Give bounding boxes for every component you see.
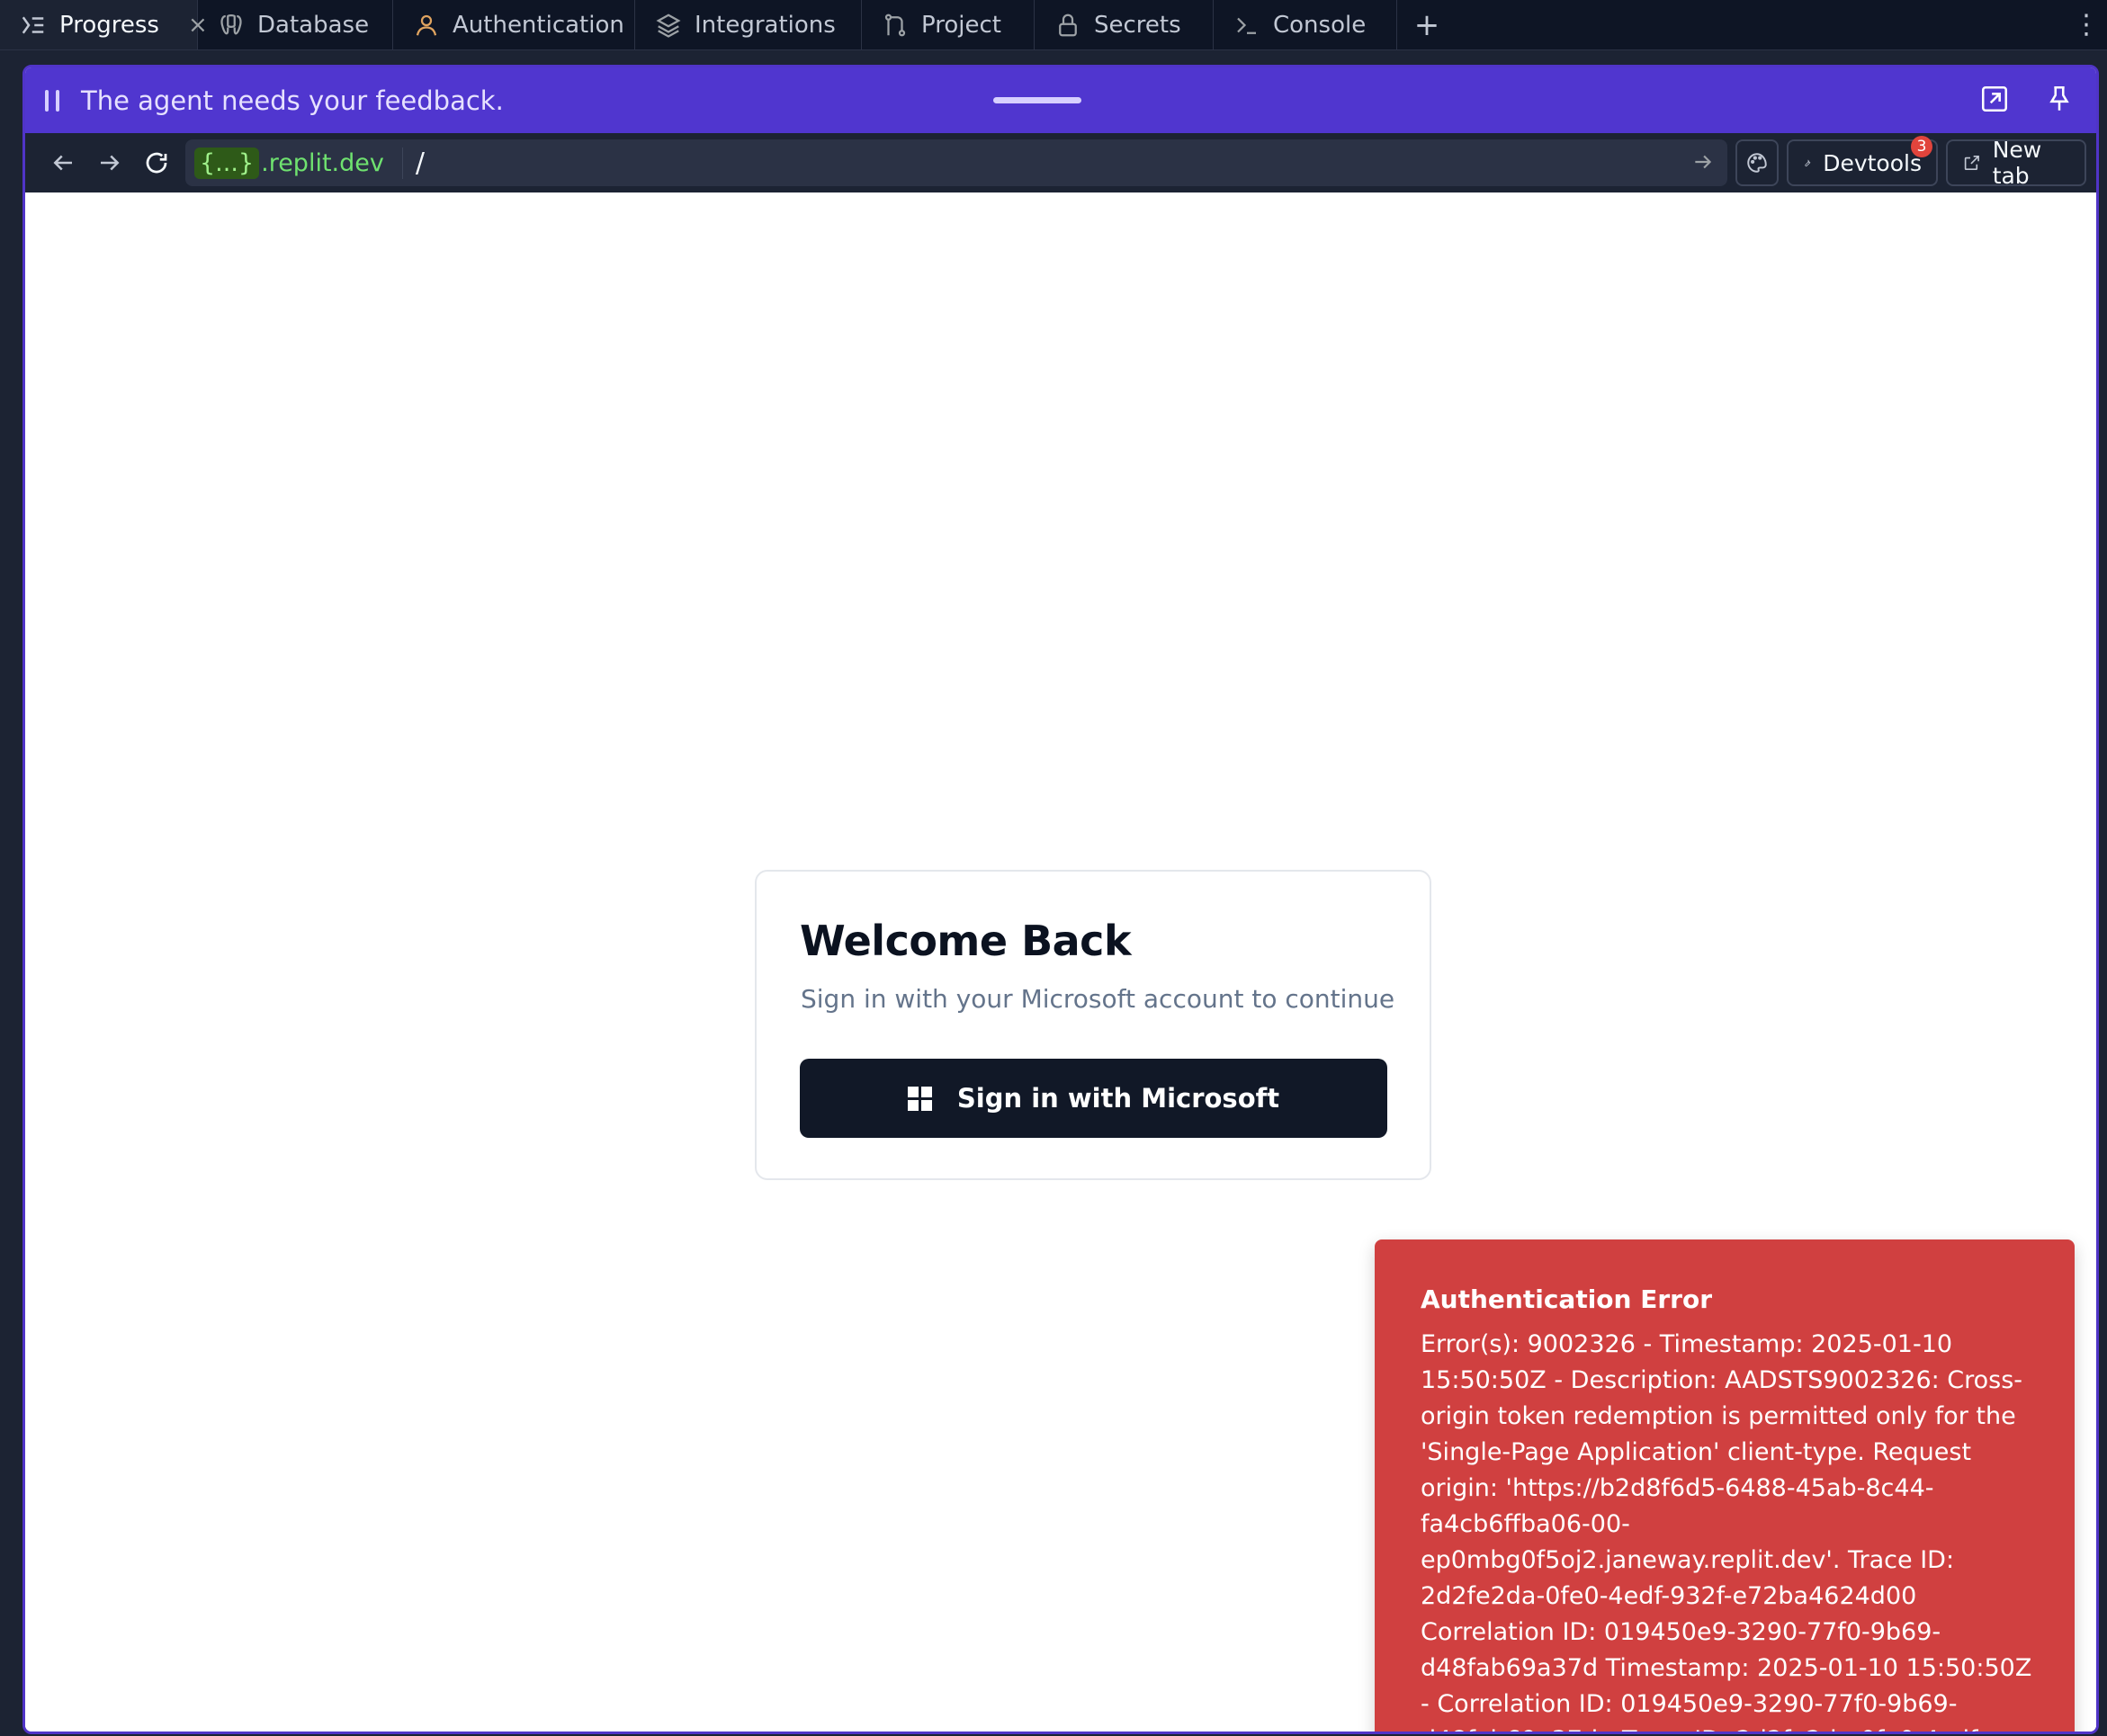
progress-icon: [22, 16, 44, 33]
tab-label: Progress: [59, 11, 159, 39]
pause-icon[interactable]: [45, 89, 59, 112]
tab-label: Project: [921, 11, 1001, 39]
tab-progress[interactable]: Progress ×: [0, 0, 208, 49]
lock-icon: [1059, 13, 1077, 36]
windows-logo-icon: [907, 1086, 932, 1111]
pin-icon[interactable]: [2044, 84, 2075, 114]
tab-label: Secrets: [1094, 11, 1181, 39]
tab-authentication[interactable]: Authentication: [393, 0, 635, 49]
kebab-icon: ⋮: [2073, 9, 2100, 40]
popout-icon[interactable]: [1979, 84, 2010, 114]
tab-label: Console: [1273, 11, 1367, 39]
tab-console[interactable]: Console: [1214, 0, 1397, 49]
signin-subtitle: Sign in with your Microsoft account to c…: [801, 984, 1395, 1014]
back-button[interactable]: [40, 139, 86, 186]
layers-icon: [656, 13, 681, 38]
devtools-error-badge: 3: [1911, 136, 1932, 157]
arrow-right-icon: [101, 155, 120, 171]
tab-integrations[interactable]: Integrations: [635, 0, 862, 49]
url-host-redacted: {...}: [194, 147, 260, 179]
database-icon: [220, 13, 242, 34]
page-title: Welcome Back: [800, 917, 1132, 965]
terminal-icon: [1237, 17, 1256, 34]
error-toast[interactable]: Authentication Error Error(s): 9002326 -…: [1375, 1239, 2075, 1732]
refresh-icon: [146, 152, 167, 174]
go-arrow-icon[interactable]: [1691, 150, 1715, 174]
browser-url-bar: {...} .replit.dev / Devtools 3 New tab: [25, 133, 2096, 192]
url-path[interactable]: /: [401, 147, 425, 179]
new-tab-label: New tab: [1992, 137, 2042, 189]
webview-panel: The agent needs your feedback. {...} .re…: [22, 65, 2099, 1734]
feedback-message: The agent needs your feedback.: [81, 85, 504, 116]
sign-in-button-label: Sign in with Microsoft: [956, 1083, 1280, 1114]
workspace-tab-bar: Progress × Database Authentication Integ…: [0, 0, 2107, 50]
agent-feedback-bar: The agent needs your feedback.: [25, 67, 2096, 133]
tab-database[interactable]: Database: [198, 0, 393, 49]
add-tab-button[interactable]: +: [1397, 0, 1457, 49]
sign-in-microsoft-button[interactable]: Sign in with Microsoft: [800, 1059, 1387, 1138]
devtools-label: Devtools: [1823, 149, 1922, 176]
preview-page: Welcome Back Sign in with your Microsoft…: [25, 192, 2096, 1732]
branch-icon: [884, 13, 906, 36]
signin-card: Welcome Back Sign in with your Microsoft…: [755, 870, 1431, 1180]
arrow-left-icon: [53, 155, 72, 171]
tab-label: Integrations: [695, 11, 836, 39]
address-field[interactable]: {...} .replit.dev /: [185, 139, 1727, 186]
drag-handle[interactable]: [993, 97, 1081, 103]
plus-icon: +: [1413, 6, 1440, 43]
new-tab-button[interactable]: New tab: [1946, 137, 2086, 189]
tab-label: Database: [257, 11, 370, 39]
user-icon: [416, 14, 437, 36]
url-host-domain: .replit.dev: [261, 148, 384, 177]
url-host: {...} .replit.dev: [194, 147, 384, 179]
tab-label: Authentication: [453, 11, 624, 39]
error-toast-title: Authentication Error: [1421, 1284, 1713, 1314]
palette-icon: [1747, 153, 1767, 173]
wrench-icon: [1805, 159, 1811, 167]
tab-project[interactable]: Project: [862, 0, 1035, 49]
reload-button[interactable]: [133, 139, 180, 186]
forward-button[interactable]: [86, 139, 133, 186]
devtools-button[interactable]: Devtools 3: [1787, 136, 1938, 186]
external-link-icon: [1964, 155, 1979, 171]
tab-secrets[interactable]: Secrets: [1035, 0, 1214, 49]
more-options-button[interactable]: ⋮: [2073, 0, 2100, 49]
theme-button[interactable]: [1735, 139, 1779, 186]
error-toast-message: Error(s): 9002326 - Timestamp: 2025-01-1…: [1421, 1330, 2032, 1732]
